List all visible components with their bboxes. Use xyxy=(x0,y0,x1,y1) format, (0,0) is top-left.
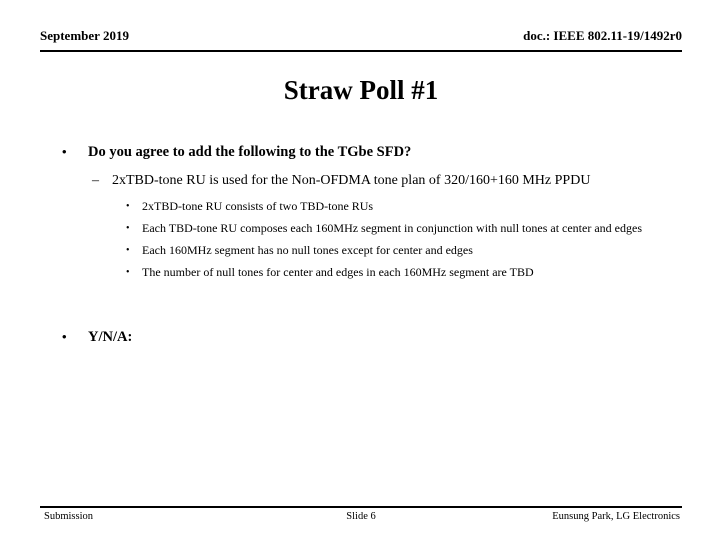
bullet-point-icon: • xyxy=(126,201,130,212)
bullet-level2-item-text: 2xTBD-tone RU is used for the Non-OFDMA … xyxy=(112,173,591,188)
bullet-point-icon: • xyxy=(126,223,130,234)
slide-footer: Submission Slide 6 Eunsung Park, LG Elec… xyxy=(40,506,682,526)
footer-content: Submission Slide 6 Eunsung Park, LG Elec… xyxy=(40,510,682,526)
slide-title: Straw Poll #1 xyxy=(283,75,439,105)
bullet-level1-vote-text: Y/N/A: xyxy=(88,329,133,345)
footer-author: Eunsung Park, LG Electronics xyxy=(552,511,680,522)
bullet-level2-item: – 2xTBD-tone RU is used for the Non-OFDM… xyxy=(40,171,688,190)
header-date: September 2019 xyxy=(40,28,129,43)
bullet-level1-question-text: Do you agree to add the following to the… xyxy=(88,144,412,160)
slide-canvas: September 2019 doc.: IEEE 802.11-19/1492… xyxy=(0,0,720,540)
bullet-point-icon: • xyxy=(62,329,67,344)
bullet-level3-item: • Each TBD-tone RU composes each 160MHz … xyxy=(40,220,688,237)
bullet-level1-question: • Do you agree to add the following to t… xyxy=(40,142,688,162)
bullet-level1-vote: • Y/N/A: xyxy=(40,327,688,347)
slide-body: • Do you agree to add the following to t… xyxy=(40,142,688,347)
bullet-point-icon: • xyxy=(126,267,130,278)
dash-bullet-icon: – xyxy=(92,173,99,188)
bullet-level3-item-text: The number of null tones for center and … xyxy=(142,265,534,279)
bullet-level3-item: • The number of null tones for center an… xyxy=(40,264,688,281)
slide-header: September 2019 doc.: IEEE 802.11-19/1492… xyxy=(40,28,682,52)
bullet-level3-item: • Each 160MHz segment has no null tones … xyxy=(40,242,688,259)
bullet-point-icon: • xyxy=(62,144,67,159)
header-document-id: doc.: IEEE 802.11-19/1492r0 xyxy=(523,28,682,43)
bullet-level3-item-text: Each 160MHz segment has no null tones ex… xyxy=(142,243,473,257)
bullet-level3-item: • 2xTBD-tone RU consists of two TBD-tone… xyxy=(40,198,688,215)
bullet-level3-item-text: Each TBD-tone RU composes each 160MHz se… xyxy=(142,221,642,235)
bullet-point-icon: • xyxy=(126,245,130,256)
bullet-level3-item-text: 2xTBD-tone RU consists of two TBD-tone R… xyxy=(142,199,374,213)
